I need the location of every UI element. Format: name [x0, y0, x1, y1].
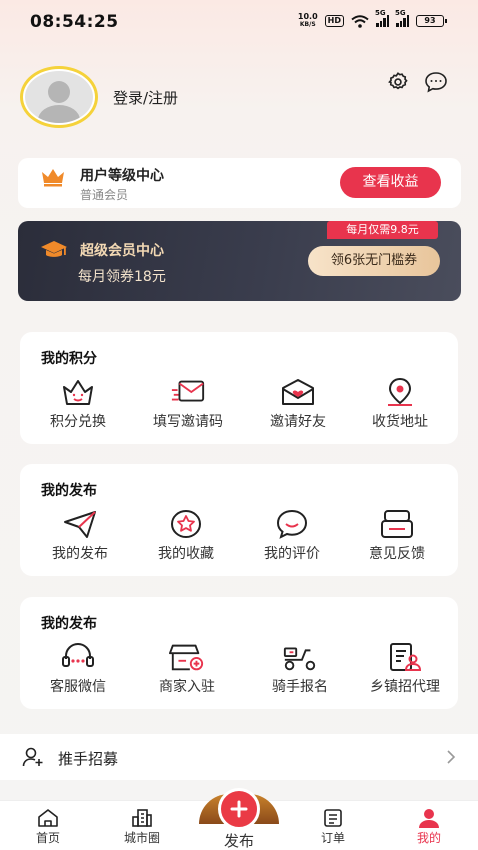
nav-item-orders[interactable]: 订单	[293, 801, 373, 850]
grid-item-rider-signup[interactable]: 骑手报名	[245, 641, 355, 699]
nav-label: 我的	[416, 831, 441, 845]
hd-badge: HD	[324, 15, 344, 27]
location-pin-icon	[382, 376, 418, 408]
grid-item-label: 邀请好友	[270, 414, 326, 430]
shop-add-icon	[169, 641, 205, 673]
grid-item-label: 商家入驻	[159, 679, 215, 695]
smile-bubble-icon	[274, 508, 310, 540]
message-bubble-icon[interactable]	[424, 70, 448, 94]
grid-item-shipping-address[interactable]: 收货地址	[345, 376, 455, 434]
city-icon	[130, 807, 154, 829]
login-register-link[interactable]: 登录/注册	[113, 87, 178, 108]
signal-icon-2: 5G	[395, 9, 409, 27]
recruit-row[interactable]: 推手招募	[0, 734, 478, 780]
grid-item-label: 意见反馈	[369, 546, 425, 562]
crown-icon	[42, 169, 64, 187]
grid-item-township-agent[interactable]: 乡镇招代理	[350, 641, 460, 699]
nav-label: 首页	[35, 831, 60, 845]
plus-icon	[230, 800, 248, 818]
vip-price-badge: 每月仅需9.8元	[327, 221, 438, 239]
avatar-placeholder-icon	[25, 71, 93, 123]
vip-title: 超级会员中心	[80, 243, 164, 259]
grid-item-label: 我的收藏	[158, 546, 214, 562]
services-section: 我的发布 客服微信 商家入驻 骑手报名 乡镇招代理	[20, 597, 458, 709]
nav-item-home[interactable]: 首页	[8, 801, 88, 850]
nav-label: 订单	[320, 831, 345, 845]
level-subtitle: 普通会员	[80, 188, 129, 202]
feedback-box-icon	[379, 508, 415, 540]
user-level-card[interactable]: 用户等级中心 普通会员 查看收益	[18, 158, 461, 208]
points-section: 我的积分 积分兑换 填写邀请码 邀请好友 收货地址	[20, 332, 458, 444]
settings-gear-icon[interactable]	[386, 70, 410, 94]
envelope-heart-icon	[280, 376, 316, 408]
grid-item-label: 收货地址	[372, 414, 428, 430]
paper-plane-icon	[62, 508, 98, 540]
view-earnings-button[interactable]: 查看收益	[340, 167, 441, 198]
grid-item-my-favorites[interactable]: 我的收藏	[131, 508, 241, 566]
grid-item-my-posts[interactable]: 我的发布	[25, 508, 135, 566]
section-title: 我的积分	[41, 351, 97, 367]
grid-item-label: 我的发布	[52, 546, 108, 562]
section-title: 我的发布	[41, 483, 97, 499]
order-icon	[321, 807, 345, 829]
status-bar: 08:54:25 10.0 KB/S HD 5G 5G 93	[0, 0, 478, 44]
section-title: 我的发布	[41, 616, 97, 632]
document-user-icon	[387, 641, 423, 673]
publish-label[interactable]: 发布	[199, 830, 279, 850]
grid-item-merchant-join[interactable]: 商家入驻	[132, 641, 242, 699]
mail-send-icon	[170, 376, 206, 408]
my-posts-section: 我的发布 我的发布 我的收藏 我的评价 意见反馈	[20, 464, 458, 576]
crown-smile-icon	[60, 376, 96, 408]
grid-item-customer-service-wechat[interactable]: 客服微信	[23, 641, 133, 699]
grid-item-feedback[interactable]: 意见反馈	[342, 508, 452, 566]
user-icon	[417, 807, 441, 829]
recruit-label: 推手招募	[58, 750, 119, 768]
grid-item-label: 乡镇招代理	[370, 679, 440, 695]
nav-item-city-circle[interactable]: 城市圈	[102, 801, 182, 850]
status-time: 08:54:25	[30, 12, 119, 32]
home-icon	[36, 807, 60, 829]
grid-item-my-reviews[interactable]: 我的评价	[237, 508, 347, 566]
graduation-cap-icon	[41, 241, 67, 257]
grid-item-points-exchange[interactable]: 积分兑换	[23, 376, 133, 434]
grid-item-label: 骑手报名	[272, 679, 328, 695]
grid-item-label: 客服微信	[50, 679, 106, 695]
wifi-icon	[351, 14, 369, 28]
grid-item-label: 积分兑换	[50, 414, 106, 430]
avatar[interactable]	[20, 66, 98, 128]
headset-chat-icon	[60, 641, 96, 673]
level-title: 用户等级中心	[80, 168, 164, 184]
signal-icon-1: 5G	[375, 9, 389, 27]
scooter-icon	[282, 641, 318, 673]
grid-item-label: 我的评价	[264, 546, 320, 562]
publish-button[interactable]	[218, 788, 260, 830]
claim-coupons-button[interactable]: 领6张无门槛券	[308, 246, 440, 276]
battery-icon: 93	[416, 15, 447, 27]
grid-item-label: 填写邀请码	[153, 414, 223, 430]
nav-label: 城市圈	[123, 831, 160, 845]
status-icons: 10.0 KB/S HD 5G 5G 93	[297, 9, 447, 29]
grid-item-enter-invite-code[interactable]: 填写邀请码	[133, 376, 243, 434]
nav-item-mine[interactable]: 我的	[389, 801, 469, 850]
star-circle-icon	[168, 508, 204, 540]
user-add-icon	[22, 747, 43, 767]
chevron-right-icon	[447, 750, 456, 764]
vip-subtitle: 每月领券18元	[78, 269, 166, 285]
super-vip-card[interactable]: 超级会员中心 每月领券18元 每月仅需9.8元 领6张无门槛券	[18, 221, 461, 301]
network-speed: 10.0 KB/S	[297, 12, 318, 29]
grid-item-invite-friends[interactable]: 邀请好友	[243, 376, 353, 434]
